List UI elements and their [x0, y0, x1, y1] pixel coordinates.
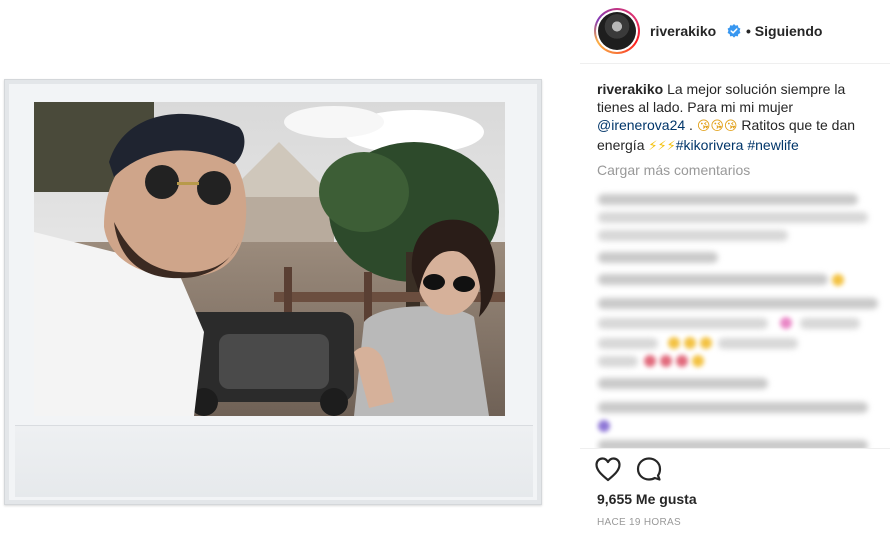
blurred-comments-list	[594, 186, 884, 448]
post-side-panel: riverakiko • Siguiendo riverakiko La mej…	[580, 0, 890, 542]
likes-count[interactable]: 9,655 Me gusta	[597, 491, 697, 507]
caption-hashtag-newlife[interactable]: #newlife	[747, 137, 798, 153]
follow-status-button[interactable]: • Siguiendo	[746, 23, 822, 39]
caption-text-2: .	[685, 117, 697, 133]
avatar-image	[598, 12, 636, 50]
load-more-comments-button[interactable]: Cargar más comentarios	[597, 162, 750, 178]
post-caption: riverakiko La mejor solución siempre la …	[597, 80, 877, 156]
author-avatar[interactable]	[594, 8, 640, 54]
caption-hashtag-kikorivera[interactable]: #kikorivera	[676, 137, 744, 153]
caption-username[interactable]: riverakiko	[597, 81, 663, 97]
comment-bubble-icon[interactable]	[636, 456, 664, 484]
heart-icon[interactable]	[594, 456, 624, 484]
avatar-ring	[596, 10, 638, 52]
polaroid-bottom-strip	[15, 425, 533, 497]
post-media-area	[0, 0, 580, 542]
caption-mention-link[interactable]: @irenerova24	[597, 117, 685, 133]
caption-kiss-emojis: 😘😘😘	[696, 119, 738, 134]
author-username[interactable]: riverakiko	[650, 23, 716, 39]
post-timestamp: HACE 19 HORAS	[597, 517, 681, 528]
actions-divider	[580, 448, 890, 449]
post-header: riverakiko • Siguiendo	[580, 0, 890, 64]
caption-lightning-emojis: ⚡⚡⚡	[648, 139, 676, 154]
post-photo[interactable]	[34, 102, 505, 416]
selfie-photo-illustration	[34, 102, 505, 416]
verified-badge-icon	[727, 24, 741, 38]
